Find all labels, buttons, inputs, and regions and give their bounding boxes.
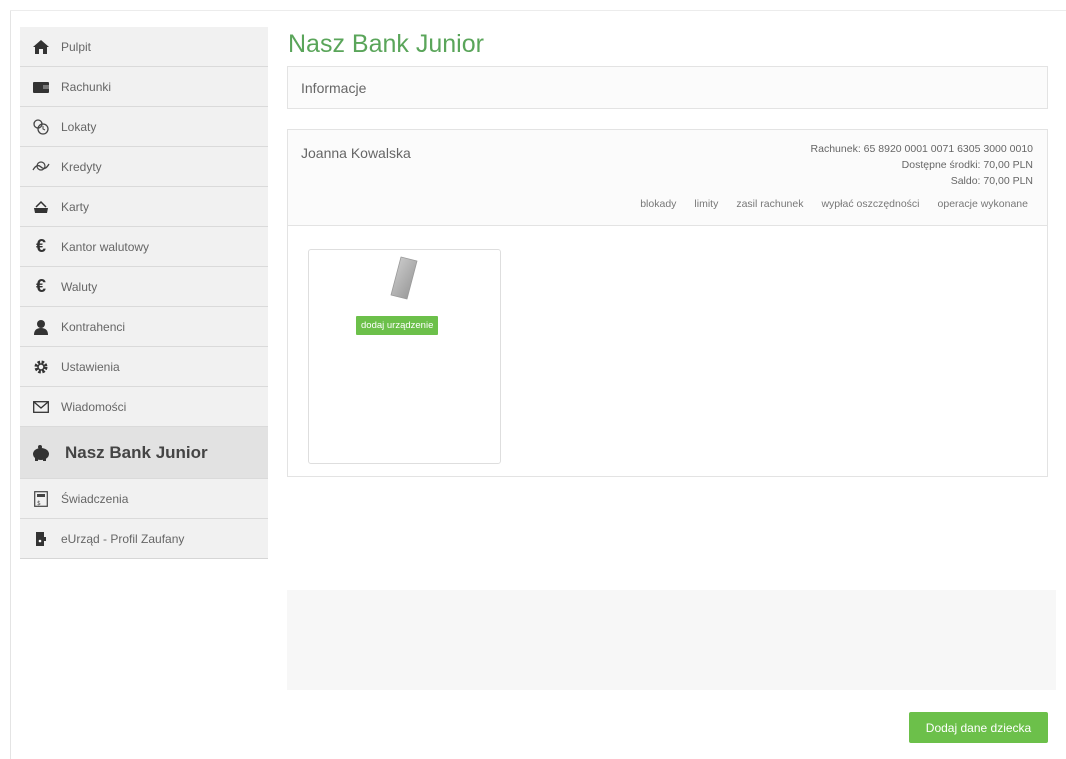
sidebar-item-nasz-bank-junior[interactable]: Nasz Bank Junior [20, 427, 268, 479]
credit-icon [31, 157, 51, 177]
card-icon [31, 197, 51, 217]
sidebar-item-waluty[interactable]: € Waluty [20, 267, 268, 307]
sidebar-item-karty[interactable]: Karty [20, 187, 268, 227]
page-title: Nasz Bank Junior [288, 30, 484, 58]
euro-icon: € [35, 276, 46, 296]
info-panel-label: Informacje [301, 79, 367, 96]
envelope-icon [31, 397, 51, 417]
account-header: Joanna Kowalska Rachunek: 65 8920 0001 0… [288, 130, 1047, 226]
sidebar-item-label: Kredyty [61, 159, 102, 174]
euro-icon: € [35, 236, 46, 256]
sidebar-item-pulpit[interactable]: Pulpit [20, 27, 268, 67]
sidebar-item-wiadomosci[interactable]: Wiadomości [20, 387, 268, 427]
account-owner: Joanna Kowalska [301, 145, 411, 161]
sidebar-item-label: Świadczenia [61, 491, 129, 506]
add-device-button[interactable]: dodaj urządzenie [356, 316, 439, 335]
sidebar-item-label: Ustawienia [61, 359, 120, 374]
sidebar-item-label: Waluty [61, 279, 98, 294]
sidebar-item-label: Kantor walutowy [61, 239, 150, 254]
home-icon [31, 37, 51, 57]
deposit-icon [31, 117, 51, 137]
add-child-data-button[interactable]: Dodaj dane dziecka [909, 712, 1048, 743]
tab-operacje-wykonane[interactable]: operacje wykonane [938, 198, 1028, 210]
frame-border-top [10, 10, 1066, 11]
tab-limity[interactable]: limity [694, 198, 718, 210]
tab-wyplac-oszczednosci[interactable]: wypłać oszczędności [821, 198, 919, 210]
available-funds: Dostępne środki: 70,00 PLN [901, 159, 1033, 171]
profile-icon [31, 529, 51, 549]
sidebar-item-kredyty[interactable]: Kredyty [20, 147, 268, 187]
sidebar-item-label: Rachunki [61, 79, 112, 94]
tab-zasil-rachunek[interactable]: zasil rachunek [736, 198, 803, 210]
account-balance: Saldo: 70,00 PLN [950, 175, 1033, 187]
sidebar-item-label: eUrząd - Profil Zaufany [61, 531, 185, 546]
info-panel[interactable]: Informacje [287, 66, 1048, 109]
frame-border-left [10, 10, 11, 759]
sidebar: Pulpit Rachunki Lokaty Kredyty Karty € K… [20, 27, 268, 559]
empty-area [287, 590, 1056, 690]
sidebar-item-label: Wiadomości [61, 399, 127, 414]
sidebar-item-kontrahenci[interactable]: Kontrahenci [20, 307, 268, 347]
account-number: Rachunek: 65 8920 0001 0071 6305 3000 00… [810, 143, 1033, 155]
sidebar-item-eurzad[interactable]: eUrząd - Profil Zaufany [20, 519, 268, 559]
piggy-bank-icon [31, 443, 51, 463]
phone-device-icon [390, 256, 418, 300]
device-card: dodaj urządzenie [308, 249, 501, 464]
account-panel: Joanna Kowalska Rachunek: 65 8920 0001 0… [287, 129, 1048, 477]
sidebar-item-label: Nasz Bank Junior [65, 442, 208, 462]
sidebar-item-swiadczenia[interactable]: $ Świadczenia [20, 479, 268, 519]
benefits-icon: $ [31, 489, 51, 509]
wallet-icon [31, 77, 51, 97]
sidebar-item-label: Karty [61, 199, 90, 214]
account-actions: blokady limity zasil rachunek wypłać osz… [640, 198, 1028, 210]
sidebar-item-label: Kontrahenci [61, 319, 126, 334]
person-icon [31, 317, 51, 337]
sidebar-item-kantor-walutowy[interactable]: € Kantor walutowy [20, 227, 268, 267]
gear-icon [31, 357, 51, 377]
tab-blokady[interactable]: blokady [640, 198, 676, 210]
svg-text:$: $ [37, 500, 41, 507]
sidebar-item-label: Pulpit [61, 39, 92, 54]
sidebar-item-label: Lokaty [61, 119, 97, 134]
account-details: Rachunek: 65 8920 0001 0071 6305 3000 00… [811, 141, 1033, 189]
sidebar-item-rachunki[interactable]: Rachunki [20, 67, 268, 107]
sidebar-item-ustawienia[interactable]: Ustawienia [20, 347, 268, 387]
sidebar-item-lokaty[interactable]: Lokaty [20, 107, 268, 147]
